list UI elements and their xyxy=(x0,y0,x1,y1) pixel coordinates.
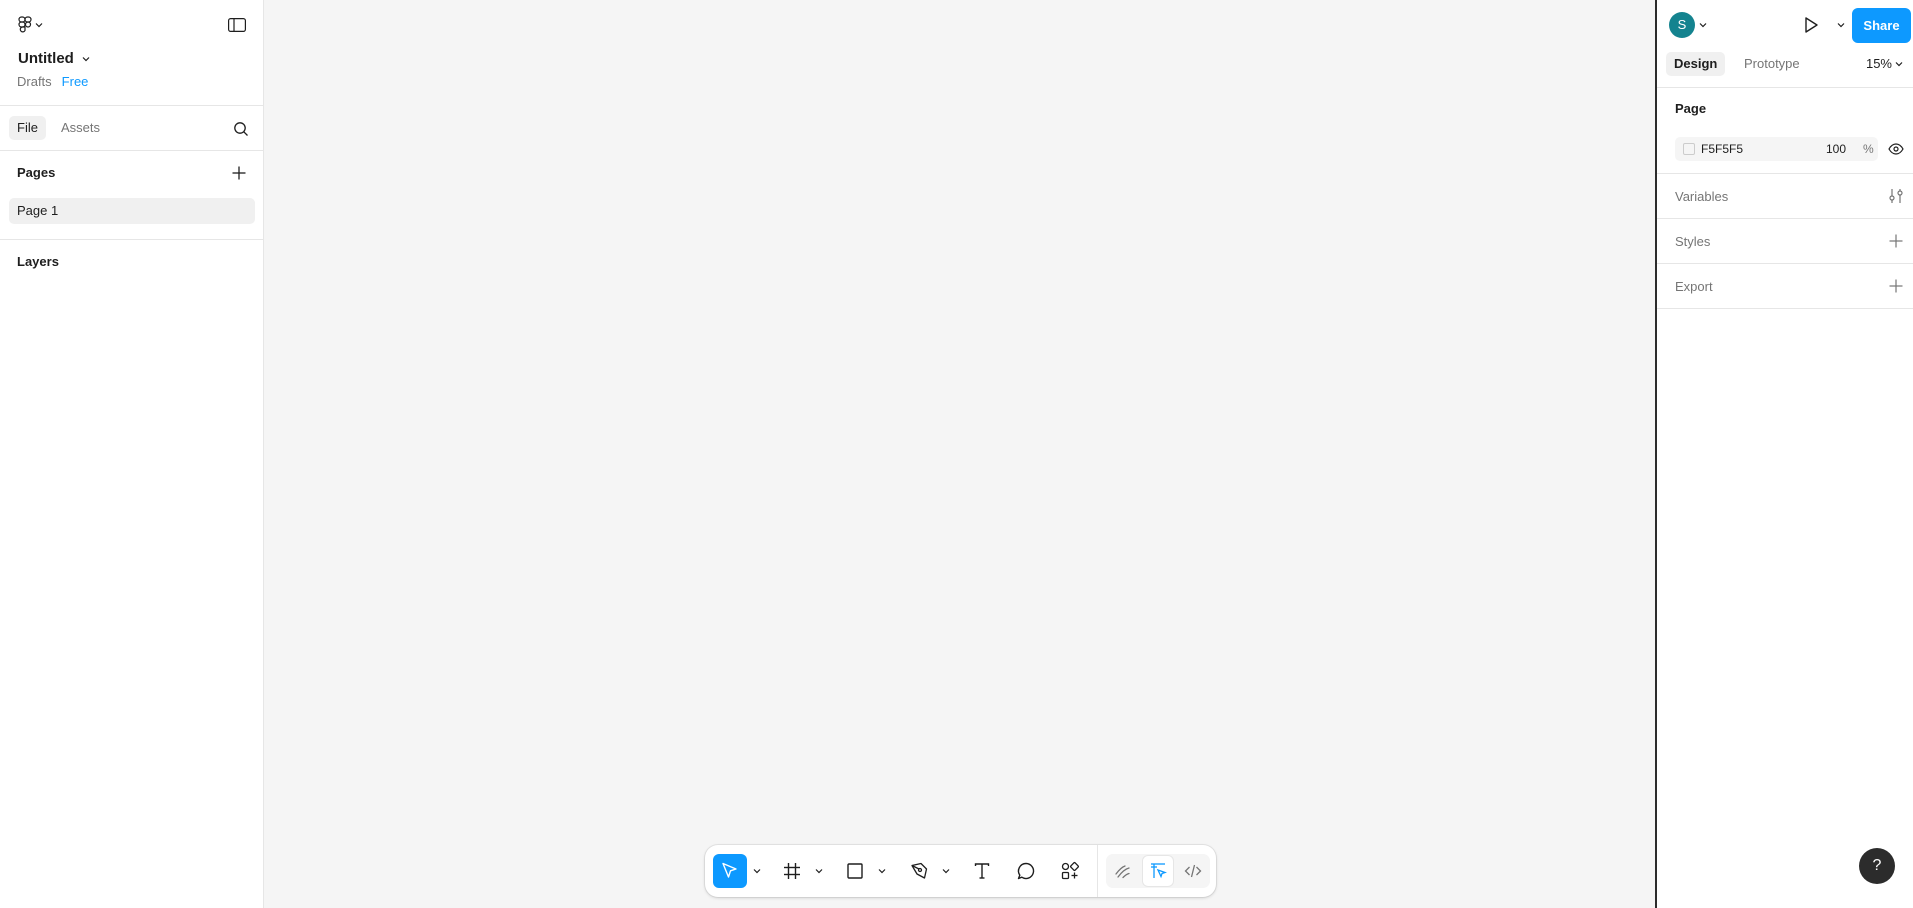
file-name[interactable]: Untitled xyxy=(18,50,74,67)
move-tool-button[interactable] xyxy=(713,854,747,888)
right-panel-tabs: Design Prototype 15% xyxy=(1657,48,1913,88)
main-menu-button[interactable] xyxy=(16,14,45,36)
present-button[interactable] xyxy=(1800,14,1822,36)
design-mode-button[interactable] xyxy=(1143,856,1173,886)
right-panel: S Share Design Prototype 15% Page F5F5F5… xyxy=(1655,0,1913,908)
add-export-icon[interactable] xyxy=(1887,277,1905,295)
page-item[interactable]: Page 1 xyxy=(9,198,255,224)
add-page-icon[interactable] xyxy=(229,163,249,183)
search-icon[interactable] xyxy=(231,119,251,139)
file-meta: Drafts Free xyxy=(17,74,88,89)
color-swatch[interactable] xyxy=(1683,143,1695,155)
pen-tool-button[interactable] xyxy=(902,854,936,888)
user-menu[interactable]: S xyxy=(1669,12,1707,38)
dev-mode-button[interactable] xyxy=(1178,856,1208,886)
rectangle-icon xyxy=(846,862,864,880)
page-section: Page F5F5F5 100 % xyxy=(1657,88,1913,174)
canvas[interactable] xyxy=(265,0,1656,908)
page-section-title: Page xyxy=(1675,101,1707,116)
bottom-toolbar xyxy=(705,845,1216,897)
frame-icon xyxy=(783,862,801,880)
zoom-level[interactable]: 15% xyxy=(1866,56,1892,71)
drafts-link[interactable]: Drafts xyxy=(17,74,52,89)
toolbar-divider xyxy=(1097,845,1098,897)
pen-tool-chevron-icon[interactable] xyxy=(940,854,952,888)
file-title[interactable]: Untitled xyxy=(18,50,90,67)
plan-badge[interactable]: Free xyxy=(62,74,89,89)
shape-tool-chevron-icon[interactable] xyxy=(876,854,888,888)
frame-tool-chevron-icon[interactable] xyxy=(813,854,825,888)
pages-header: Pages xyxy=(0,151,263,191)
pen-icon xyxy=(909,861,929,881)
help-button[interactable]: ? xyxy=(1859,848,1895,884)
chevron-down-icon xyxy=(1699,22,1707,28)
add-style-icon[interactable] xyxy=(1887,232,1905,250)
play-icon xyxy=(1803,16,1819,34)
sidebar-toggle-icon[interactable] xyxy=(226,15,248,35)
right-panel-header: S Share xyxy=(1657,0,1913,48)
styles-label: Styles xyxy=(1675,234,1711,249)
eye-icon[interactable] xyxy=(1887,140,1905,158)
file-header: Untitled Drafts Free xyxy=(0,0,263,105)
tab-prototype[interactable]: Prototype xyxy=(1736,52,1808,76)
draw-mode-button[interactable] xyxy=(1108,856,1138,886)
styles-row[interactable]: Styles xyxy=(1657,219,1913,264)
chevron-down-icon xyxy=(1895,61,1903,67)
text-tool-button[interactable] xyxy=(965,854,999,888)
chevron-down-icon xyxy=(35,22,43,28)
present-chevron-icon[interactable] xyxy=(1835,16,1847,34)
text-icon xyxy=(973,862,991,880)
variables-label: Variables xyxy=(1675,189,1729,204)
opacity-input[interactable]: 100 xyxy=(1826,137,1846,161)
pages-title: Pages xyxy=(17,165,56,180)
divider xyxy=(0,239,264,240)
opacity-unit: % xyxy=(1863,142,1874,156)
comment-icon xyxy=(1016,861,1036,881)
export-row[interactable]: Export xyxy=(1657,264,1913,309)
tab-file[interactable]: File xyxy=(9,116,46,140)
export-label: Export xyxy=(1675,279,1713,294)
shape-tool-button[interactable] xyxy=(838,854,872,888)
variables-row[interactable]: Variables xyxy=(1657,174,1913,219)
share-button[interactable]: Share xyxy=(1852,8,1911,43)
page-color-field[interactable]: F5F5F5 100 % xyxy=(1675,137,1878,161)
design-mode-icon xyxy=(1149,862,1167,880)
layers-title: Layers xyxy=(17,254,59,269)
avatar[interactable]: S xyxy=(1669,12,1695,38)
move-icon xyxy=(720,861,740,881)
mode-switcher xyxy=(1106,854,1210,888)
sliders-icon[interactable] xyxy=(1887,187,1905,205)
draw-mode-icon xyxy=(1114,862,1132,880)
color-hex-input[interactable]: F5F5F5 xyxy=(1701,137,1743,161)
zoom-menu[interactable]: 15% xyxy=(1866,56,1903,71)
frame-tool-button[interactable] xyxy=(775,854,809,888)
actions-icon xyxy=(1060,861,1080,881)
chevron-down-icon xyxy=(82,56,90,62)
left-panel-tabs: File Assets xyxy=(0,105,263,151)
actions-tool-button[interactable] xyxy=(1053,854,1087,888)
figma-logo-icon xyxy=(18,16,32,34)
comment-tool-button[interactable] xyxy=(1009,854,1043,888)
tab-design[interactable]: Design xyxy=(1666,52,1726,76)
move-tool-chevron-icon[interactable] xyxy=(751,854,763,888)
left-panel: Untitled Drafts Free File Assets Pages P… xyxy=(0,0,264,908)
tab-assets[interactable]: Assets xyxy=(53,116,108,140)
dev-mode-icon xyxy=(1184,862,1202,880)
